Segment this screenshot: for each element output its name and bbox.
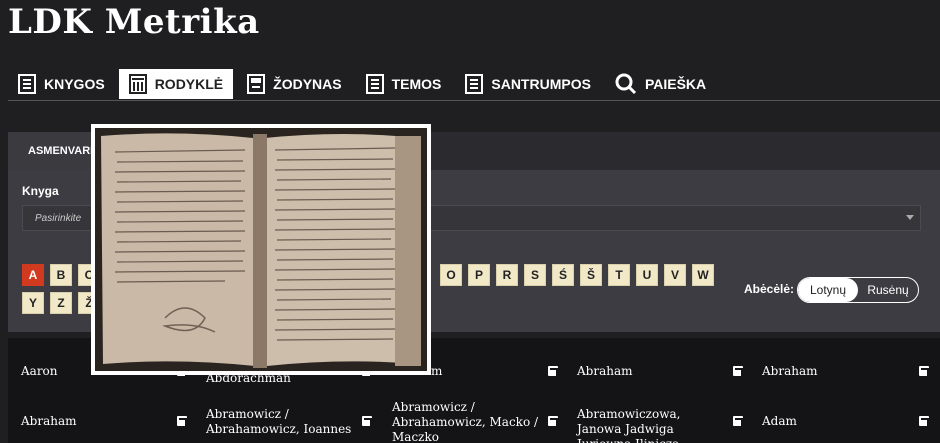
alphabet-option-ruthenian[interactable]: Rusėnų bbox=[858, 278, 918, 302]
nav-zodynas-label: ŽODYNAS bbox=[273, 76, 342, 92]
book-icon bbox=[365, 74, 384, 94]
nav-santrumpos[interactable]: SANTRUMPOS bbox=[455, 69, 601, 99]
letter-button[interactable]: B bbox=[50, 264, 72, 286]
book-select-value: Pasirinkite bbox=[35, 212, 82, 224]
dictionary-icon bbox=[247, 74, 266, 94]
external-link-icon[interactable] bbox=[362, 416, 372, 426]
site-title[interactable]: LDK Metrika bbox=[8, 2, 260, 42]
letter-button[interactable]: R bbox=[496, 264, 518, 286]
alphabet-option-latin[interactable]: Lotynų bbox=[798, 278, 858, 302]
external-link-icon[interactable] bbox=[733, 416, 743, 426]
main-nav: KNYGOS RODYKLĖ ŽODYNAS TEMOS SANTRUMPOS … bbox=[8, 66, 720, 102]
result-name[interactable]: Abraham bbox=[577, 364, 749, 379]
manuscript-photo bbox=[95, 128, 427, 371]
letter-button[interactable]: A bbox=[22, 264, 44, 286]
manuscript-image bbox=[91, 124, 431, 375]
external-link-icon[interactable] bbox=[919, 416, 929, 426]
chevron-down-icon bbox=[906, 215, 914, 220]
nav-divider bbox=[8, 100, 940, 101]
book-icon bbox=[18, 74, 36, 94]
nav-rodykle[interactable]: RODYKLĖ bbox=[118, 69, 234, 99]
nav-temos[interactable]: TEMOS bbox=[356, 69, 452, 99]
letter-button[interactable]: Š bbox=[580, 264, 602, 286]
external-link-icon[interactable] bbox=[548, 366, 558, 376]
external-link-icon[interactable] bbox=[919, 366, 929, 376]
result-name[interactable]: Abraham bbox=[21, 414, 193, 429]
letter-button[interactable]: Ś bbox=[552, 264, 574, 286]
external-link-icon[interactable] bbox=[733, 366, 743, 376]
book-icon bbox=[465, 74, 484, 94]
alphabet-toggle: Lotynų Rusėnų bbox=[797, 277, 919, 303]
letter-button[interactable]: Y bbox=[22, 292, 44, 314]
letter-button[interactable]: W bbox=[692, 264, 714, 286]
nav-zodynas[interactable]: ŽODYNAS bbox=[237, 69, 351, 99]
alphabet-label: Abėcėlė: bbox=[744, 282, 795, 296]
letter-button[interactable]: Z bbox=[50, 292, 72, 314]
nav-paieska-label: PAIEŠKA bbox=[644, 76, 707, 92]
letter-button[interactable]: S bbox=[524, 264, 546, 286]
nav-knygos-label: KNYGOS bbox=[44, 76, 105, 92]
index-icon bbox=[128, 74, 147, 94]
result-name[interactable]: Abramowicz / Abrahamowicz, Macko / Maczk… bbox=[392, 400, 542, 443]
external-link-icon[interactable] bbox=[177, 416, 187, 426]
result-name[interactable]: Abramowicz / Abrahamowicz, Ioannes bbox=[206, 407, 356, 437]
letter-button[interactable]: T bbox=[608, 264, 630, 286]
result-name[interactable]: Abramowiczowa, Janowa Jadwiga Juriewna I… bbox=[577, 407, 727, 443]
result-name[interactable]: Abraham bbox=[762, 364, 934, 379]
nav-santrumpos-label: SANTRUMPOS bbox=[491, 76, 591, 92]
external-link-icon[interactable] bbox=[548, 416, 558, 426]
nav-paieska[interactable]: PAIEŠKA bbox=[605, 69, 716, 99]
letter-button[interactable]: V bbox=[664, 264, 686, 286]
letter-button[interactable]: U bbox=[636, 264, 658, 286]
nav-rodykle-label: RODYKLĖ bbox=[154, 76, 224, 92]
nav-temos-label: TEMOS bbox=[391, 76, 442, 92]
book-field-label: Knyga bbox=[22, 184, 59, 198]
result-name[interactable]: Adam bbox=[762, 414, 934, 429]
letter-button[interactable]: O bbox=[440, 264, 462, 286]
letter-button[interactable]: P bbox=[468, 264, 490, 286]
nav-knygos[interactable]: KNYGOS bbox=[8, 69, 115, 99]
search-icon bbox=[615, 73, 636, 95]
